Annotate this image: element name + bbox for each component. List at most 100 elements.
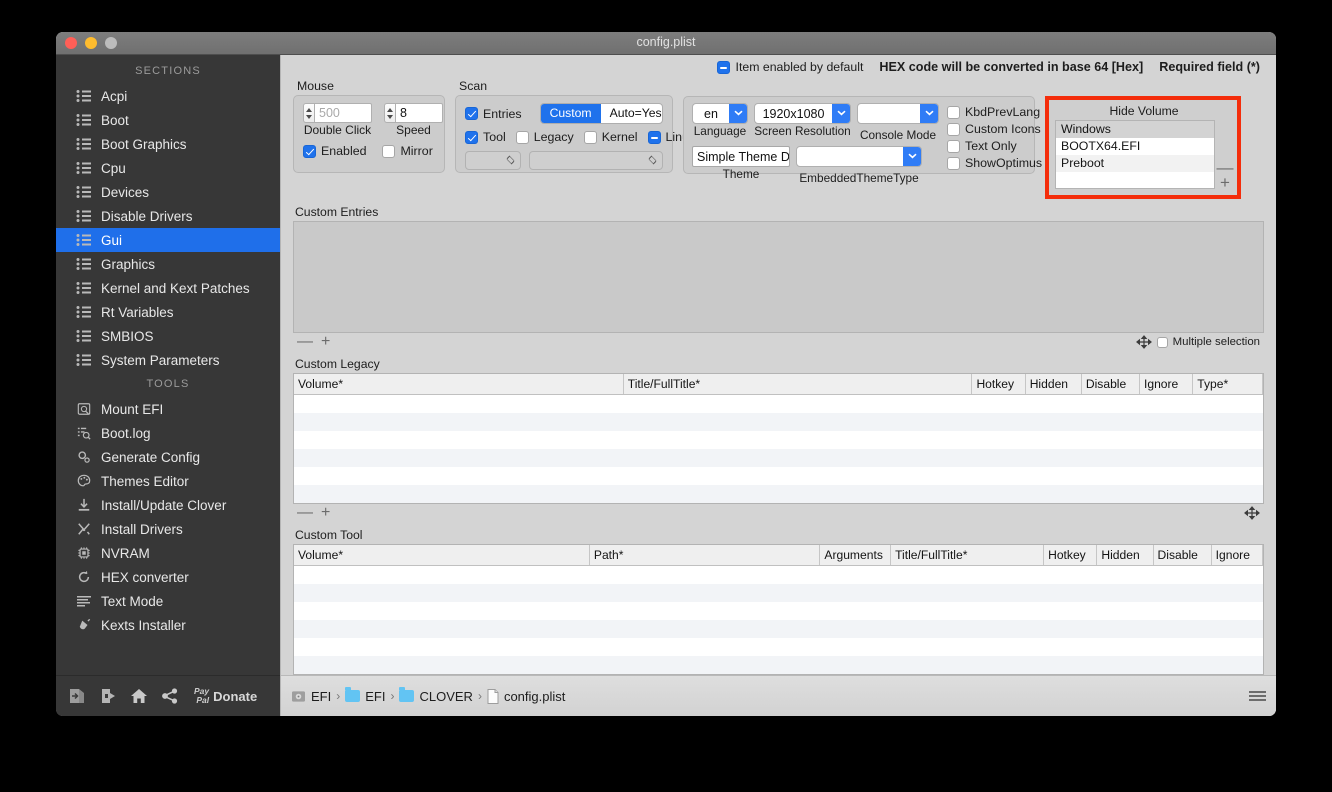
language-select[interactable]: en	[692, 103, 748, 124]
mouse-enabled-row[interactable]: Enabled	[303, 144, 366, 158]
table-cell[interactable]	[1081, 413, 1140, 431]
table-cell[interactable]	[1192, 394, 1263, 413]
table-cell[interactable]	[890, 656, 1044, 674]
table-cell[interactable]	[1096, 565, 1154, 584]
breadcrumb-item[interactable]: EFI	[345, 687, 385, 704]
table-cell[interactable]	[1192, 485, 1263, 503]
table-cell[interactable]	[623, 413, 972, 431]
table-cell[interactable]	[294, 656, 590, 674]
share-icon[interactable]	[161, 687, 179, 705]
sidebar-tool-themes-editor[interactable]: Themes Editor	[56, 469, 280, 493]
sidebar-tool-kexts-installer[interactable]: Kexts Installer	[56, 613, 280, 637]
table-cell[interactable]	[1139, 449, 1193, 467]
scan-kernel-row[interactable]: Kernel	[583, 130, 638, 144]
table-cell[interactable]	[589, 584, 820, 602]
gui-check-showoptimus[interactable]: ShowOptimus	[947, 156, 1042, 170]
sidebar-item-boot-graphics[interactable]: Boot Graphics	[56, 132, 280, 156]
sidebar-item-system-parameters[interactable]: System Parameters	[56, 348, 280, 372]
gui-check-kbdprevlang[interactable]: KbdPrevLang	[947, 105, 1042, 119]
sidebar-tool-generate-config[interactable]: Generate Config	[56, 445, 280, 469]
table-row[interactable]	[294, 431, 1263, 449]
table-cell[interactable]	[294, 584, 590, 602]
table-cell[interactable]	[819, 602, 891, 620]
scan-legacy-row[interactable]: Legacy	[515, 130, 574, 144]
table-cell[interactable]	[971, 485, 1026, 503]
table-cell[interactable]	[890, 584, 1044, 602]
table-row[interactable]	[294, 394, 1263, 413]
scan-legacy-checkbox[interactable]	[515, 130, 529, 144]
column-header[interactable]: Hidden	[1025, 374, 1082, 395]
item-enabled-by-default-row[interactable]: Item enabled by default	[716, 60, 863, 74]
item-enabled-checkbox[interactable]	[716, 60, 730, 74]
table-cell[interactable]	[589, 620, 820, 638]
hide-volume-add-button[interactable]: +	[1220, 174, 1230, 191]
scan-tool-row[interactable]: Tool	[465, 130, 506, 144]
table-cell[interactable]	[589, 638, 820, 656]
table-cell[interactable]	[1096, 638, 1154, 656]
table-cell[interactable]	[623, 431, 972, 449]
sidebar-item-smbios[interactable]: SMBIOS	[56, 324, 280, 348]
table-cell[interactable]	[1081, 467, 1140, 485]
scan-kernel-checkbox[interactable]	[583, 130, 597, 144]
mouse-enabled-checkbox[interactable]	[303, 144, 316, 158]
table-cell[interactable]	[1043, 602, 1097, 620]
table-cell[interactable]	[1211, 565, 1263, 584]
table-cell[interactable]	[1211, 656, 1263, 674]
table-cell[interactable]	[623, 394, 972, 413]
table-cell[interactable]	[623, 485, 972, 503]
table-cell[interactable]	[1153, 602, 1212, 620]
table-cell[interactable]	[294, 413, 624, 431]
column-header[interactable]: Ignore	[1139, 374, 1194, 395]
scan-mode-auto[interactable]: Auto=Yes	[601, 104, 662, 123]
table-cell[interactable]	[1139, 485, 1193, 503]
table-cell[interactable]	[1025, 431, 1082, 449]
custom-entries-area[interactable]	[293, 221, 1264, 333]
sidebar-item-kernel-and-kext-patches[interactable]: Kernel and Kext Patches	[56, 276, 280, 300]
sidebar-item-rt-variables[interactable]: Rt Variables	[56, 300, 280, 324]
mouse-mirror-checkbox[interactable]	[382, 144, 396, 158]
table-cell[interactable]	[971, 467, 1026, 485]
sidebar-tool-mount-efi[interactable]: Mount EFI	[56, 397, 280, 421]
double-click-stepper-wrap[interactable]: 500	[303, 103, 372, 123]
table-cell[interactable]	[971, 449, 1026, 467]
table-cell[interactable]	[1096, 656, 1154, 674]
sidebar-item-boot[interactable]: Boot	[56, 108, 280, 132]
table-cell[interactable]	[1081, 394, 1140, 413]
hide-volume-item[interactable]	[1056, 172, 1214, 188]
hide-volume-item[interactable]: Preboot	[1056, 155, 1214, 172]
custom-legacy-table[interactable]: Volume* Title/FullTitle* Hotkey Hidden Disab…	[294, 374, 1263, 503]
move-handle-icon[interactable]	[1135, 335, 1152, 349]
sidebar-scroll[interactable]: SECTIONS Acpi Boot Boot Graphics Cpu Devices…	[56, 55, 280, 675]
table-cell[interactable]	[1081, 449, 1140, 467]
table-cell[interactable]	[1043, 565, 1097, 584]
export-icon[interactable]	[99, 687, 117, 705]
table-cell[interactable]	[294, 449, 624, 467]
table-cell[interactable]	[1043, 620, 1097, 638]
home-icon[interactable]	[130, 687, 148, 705]
table-cell[interactable]	[1211, 584, 1263, 602]
table-cell[interactable]	[623, 449, 972, 467]
custom-entries-add-button[interactable]: +	[321, 334, 330, 350]
table-row[interactable]	[294, 449, 1263, 467]
table-cell[interactable]	[819, 620, 891, 638]
mouse-mirror-row[interactable]: Mirror	[382, 144, 433, 158]
table-cell[interactable]	[1025, 467, 1082, 485]
table-cell[interactable]	[1139, 431, 1193, 449]
sidebar-item-gui[interactable]: Gui	[56, 228, 280, 252]
table-cell[interactable]	[1211, 638, 1263, 656]
table-cell[interactable]	[1192, 413, 1263, 431]
table-cell[interactable]	[294, 602, 590, 620]
table-cell[interactable]	[1139, 394, 1193, 413]
table-cell[interactable]	[1081, 431, 1140, 449]
table-cell[interactable]	[1192, 467, 1263, 485]
gui-check-custom-icons[interactable]: Custom Icons	[947, 122, 1042, 136]
table-cell[interactable]	[623, 467, 972, 485]
table-cell[interactable]	[1096, 584, 1154, 602]
column-header[interactable]: Title/FullTitle*	[623, 374, 973, 395]
embedded-theme-type-select[interactable]	[796, 146, 922, 167]
sidebar-tool-install-drivers[interactable]: Install Drivers	[56, 517, 280, 541]
table-cell[interactable]	[1211, 602, 1263, 620]
column-header[interactable]: Title/FullTitle*	[890, 545, 1045, 566]
breadcrumb-item[interactable]: CLOVER	[399, 687, 473, 704]
table-cell[interactable]	[294, 467, 624, 485]
